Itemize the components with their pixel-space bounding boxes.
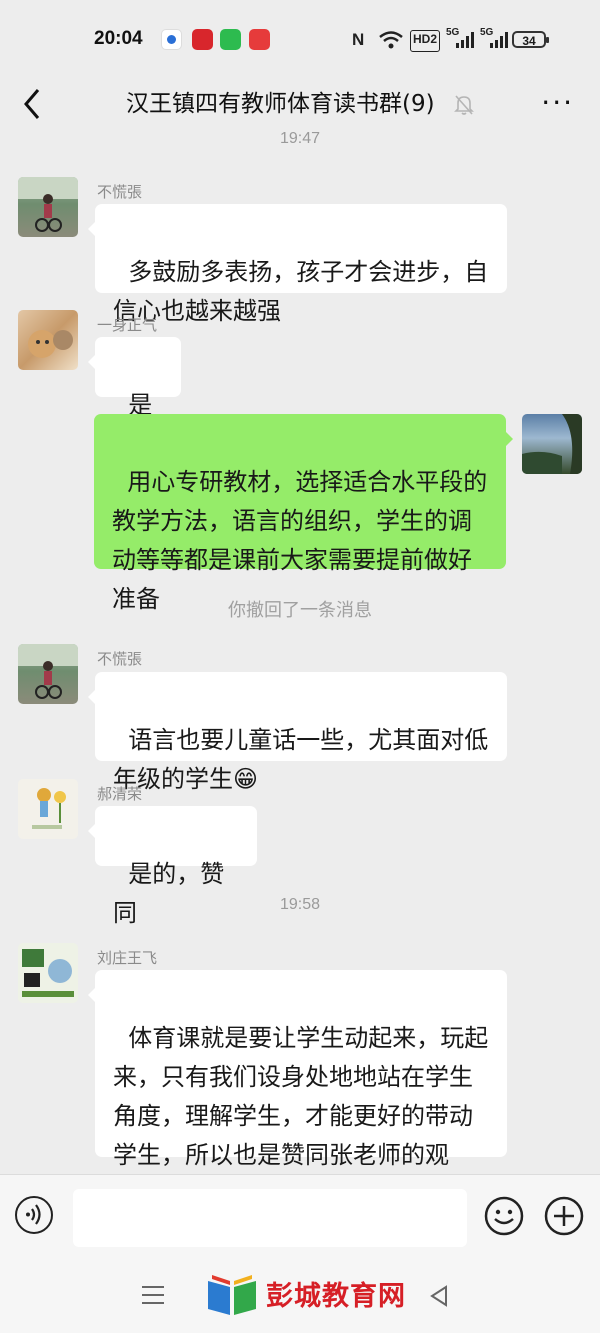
avatar-liuzhuangwangfei[interactable] — [18, 943, 78, 1003]
app-icon-red — [249, 29, 270, 50]
message-bubble[interactable]: 是的，赞同 — [88, 806, 257, 927]
message-bubble[interactable]: 多鼓励多表扬，孩子才会进步，自 信心也越来越强 — [88, 204, 507, 325]
plus-icon[interactable] — [544, 1196, 584, 1236]
recall-notice: 你撤回了一条消息 — [228, 600, 372, 621]
nfc-icon: N — [352, 30, 365, 49]
system-nav-bar: 彭城教育网 — [0, 1258, 600, 1333]
chat-title-wrap: 汉王镇四有教师体育读书群(9) — [0, 84, 600, 118]
timestamp: 19:47 — [279, 130, 321, 147]
avatar-yishenzhengqi[interactable] — [18, 310, 78, 370]
message-text: 是的，赞同 — [113, 860, 225, 927]
more-menu-button[interactable]: ··· — [541, 86, 574, 119]
watermark-text: 彭城教育网 — [266, 1281, 406, 1312]
emoji-icon[interactable] — [484, 1196, 524, 1236]
signal-bars-icon — [456, 32, 474, 48]
avatar-buhuangzhang[interactable] — [18, 177, 78, 237]
message-bubble[interactable]: 语言也要儿童话一些，尤其面对低 年级的学生😁 — [88, 672, 507, 793]
nav-menu-icon[interactable] — [142, 1286, 164, 1310]
signal-bars-icon-2 — [490, 32, 508, 48]
timestamp: 19:58 — [279, 896, 321, 913]
sender-name: 一身正气 — [97, 316, 158, 334]
message-bubble[interactable]: 是的 — [88, 337, 181, 458]
wechat-icon — [220, 29, 241, 50]
avatar-haoqingrong[interactable] — [18, 779, 78, 839]
sender-name: 不慌張 — [97, 650, 143, 668]
wifi-icon — [379, 31, 403, 49]
chat-title: 汉王镇四有教师体育读书群(9) — [126, 91, 435, 117]
message-text: 用心专研教材，选择适合水平段的 教学方法，语言的组织，学生的调 动等等都是课前大… — [112, 468, 488, 613]
app-icon-red-study — [192, 29, 213, 50]
hd-icon: HD2 — [410, 30, 441, 52]
app-icon-blue — [161, 29, 182, 50]
avatar-self[interactable] — [522, 414, 582, 474]
watermark-logo-icon — [208, 1275, 256, 1315]
nav-back-icon[interactable] — [428, 1284, 450, 1308]
message-bubble-self[interactable]: 用心专研教材，选择适合水平段的 教学方法，语言的组织，学生的调 动等等都是课前大… — [94, 414, 513, 613]
message-text: 多鼓励多表扬，孩子才会进步，自 信心也越来越强 — [113, 258, 489, 325]
message-text: 语言也要儿童话一些，尤其面对低 年级的学生😁 — [113, 726, 489, 793]
sender-name: 不慌張 — [97, 183, 143, 201]
chat-header: 汉王镇四有教师体育读书群(9) ··· — [0, 78, 600, 134]
sender-name: 刘庄王飞 — [97, 949, 158, 967]
status-bar: 20:04 N HD2 5G 5G 34 — [0, 0, 600, 78]
bell-off-icon — [454, 94, 474, 115]
message-bubble[interactable]: 体育课就是要让学生动起来，玩起 来，只有我们设身处地地站在学生 角度，理解学生，… — [88, 970, 507, 1208]
clock: 20:04 — [94, 28, 143, 49]
input-bar — [0, 1174, 600, 1259]
sender-name: 郝清荣 — [97, 785, 143, 803]
battery-indicator: 34 — [512, 31, 549, 48]
voice-icon[interactable] — [15, 1196, 53, 1234]
message-input[interactable] — [73, 1189, 467, 1247]
avatar-buhuangzhang[interactable] — [18, 644, 78, 704]
